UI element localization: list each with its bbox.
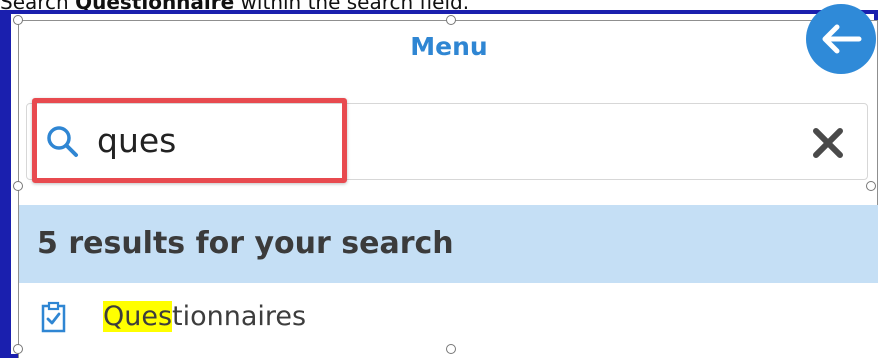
results-summary-bar: 5 results for your search xyxy=(19,205,878,283)
arrow-left-icon xyxy=(822,24,862,54)
search-input[interactable]: ques xyxy=(97,121,176,161)
list-item-label-rest: tionnaires xyxy=(172,301,307,332)
results-summary-text: 5 results for your search xyxy=(37,226,454,261)
resize-handle-bottom-center[interactable] xyxy=(446,344,456,354)
list-item-label: Questionnaires xyxy=(103,301,306,333)
resize-handle-middle-left[interactable] xyxy=(13,181,23,191)
close-icon[interactable] xyxy=(811,126,845,160)
screenshot-page: Search Questionnaire within the search f… xyxy=(0,0,878,358)
menu-panel: Menu ques 5 results for your search Ques… xyxy=(18,4,878,358)
resize-handle-middle-right[interactable] xyxy=(866,181,876,191)
resize-handle-top-left[interactable] xyxy=(13,15,23,25)
clipboard-check-icon xyxy=(41,301,66,333)
resize-handle-bottom-left[interactable] xyxy=(13,344,23,354)
search-match-highlight: Ques xyxy=(103,301,173,332)
page-title: Menu xyxy=(410,32,488,61)
search-icon xyxy=(47,126,78,157)
back-button[interactable] xyxy=(806,4,876,74)
resize-handle-top-center[interactable] xyxy=(446,15,456,25)
search-field[interactable]: ques xyxy=(26,103,868,180)
